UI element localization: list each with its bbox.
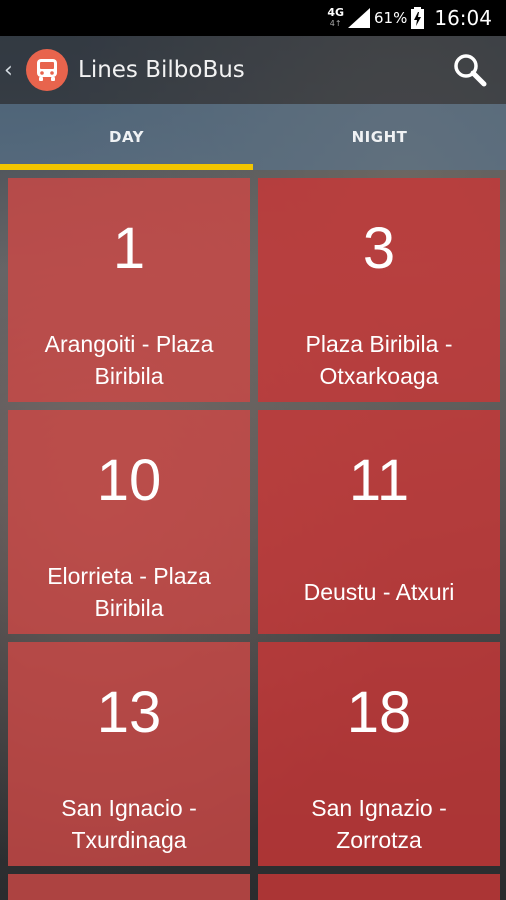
- search-button[interactable]: [440, 40, 500, 100]
- line-route: Elorrieta - Plaza Biribila: [47, 563, 211, 621]
- signal-icon: [348, 8, 371, 28]
- clock: 16:04: [434, 6, 492, 30]
- line-number: 13: [96, 680, 162, 745]
- tab-day[interactable]: DAY: [0, 104, 253, 170]
- line-route: San Ignacio - Txurdinaga: [61, 795, 197, 853]
- network-indicator: 4G 4↑: [327, 6, 345, 28]
- line-tile-partial[interactable]: [258, 874, 500, 900]
- line-tile[interactable]: 10 Elorrieta - Plaza Biribila: [8, 410, 250, 634]
- app-bar: ‹ Lines BilboBus: [0, 36, 506, 104]
- search-icon: [454, 54, 487, 87]
- line-number: 18: [346, 680, 412, 745]
- app-title: Lines BilboBus: [78, 57, 245, 83]
- line-route: Deustu - Atxuri: [303, 579, 455, 605]
- line-tile-partial[interactable]: [8, 874, 250, 900]
- line-route: San Ignazio - Zorrotza: [311, 795, 447, 853]
- line-tile[interactable]: 3 Plaza Biribila - Otxarkoaga: [258, 178, 500, 402]
- line-number: 3: [362, 216, 396, 281]
- line-route: Arangoiti - Plaza Biribila: [44, 331, 214, 389]
- tab-bar: DAY NIGHT: [0, 104, 506, 170]
- line-tile[interactable]: 18 San Ignazio - Zorrotza: [258, 642, 500, 866]
- line-tile[interactable]: 11 Deustu - Atxuri: [258, 410, 500, 634]
- line-number: 10: [96, 448, 162, 513]
- line-number: 11: [348, 448, 410, 513]
- lines-grid: 1 Arangoiti - Plaza Biribila 3 Plaza Bir…: [8, 178, 500, 900]
- battery-percent: 61%: [374, 9, 408, 27]
- line-tile[interactable]: 1 Arangoiti - Plaza Biribila: [8, 178, 250, 402]
- up-chevron-icon[interactable]: ‹: [4, 58, 22, 83]
- battery-charging-icon: [411, 7, 425, 29]
- bus-icon[interactable]: [26, 49, 68, 91]
- line-route: Plaza Biribila - Otxarkoaga: [305, 331, 453, 389]
- tab-night[interactable]: NIGHT: [253, 104, 506, 170]
- status-bar: 4G 4↑ 61% 16:04: [0, 0, 506, 36]
- line-number: 1: [112, 216, 146, 281]
- line-tile[interactable]: 13 San Ignacio - Txurdinaga: [8, 642, 250, 866]
